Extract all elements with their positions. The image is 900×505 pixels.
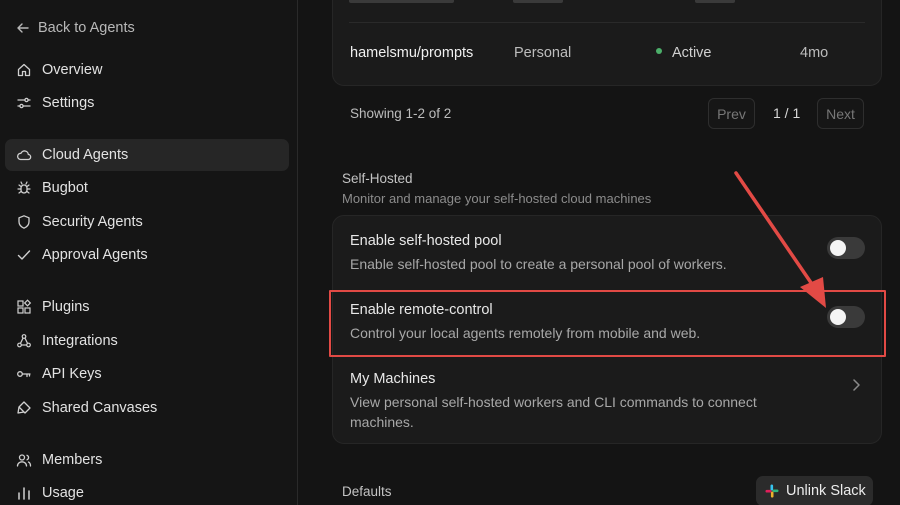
remote-control-desc: Control your local agents remotely from … xyxy=(350,325,701,341)
my-machines-title[interactable]: My Machines xyxy=(350,371,435,387)
sidebar-item-shared-canvases[interactable]: Shared Canvases xyxy=(5,392,289,424)
brush-icon xyxy=(17,401,31,414)
sidebar-item-approval-agents[interactable]: Approval Agents xyxy=(5,239,289,271)
sidebar-item-security-agents[interactable]: Security Agents xyxy=(5,206,289,238)
self-hosted-card: Enable self-hosted pool Enable self-host… xyxy=(332,215,882,444)
my-machines-desc: View personal self-hosted workers and CL… xyxy=(350,394,757,430)
remote-control-toggle[interactable] xyxy=(827,306,865,328)
self-hosted-title: Self-Hosted xyxy=(342,171,413,186)
cut-off-text xyxy=(349,0,454,3)
sidebar-item-label: Settings xyxy=(42,95,95,111)
sidebar-item-label: Approval Agents xyxy=(42,247,148,263)
sidebar-item-label: Overview xyxy=(42,62,103,78)
sidebar: Back to Agents Overview Settings Cloud A… xyxy=(0,0,298,505)
slack-icon xyxy=(765,484,779,498)
sidebar-item-integrations[interactable]: Integrations xyxy=(5,325,289,357)
self-hosted-pool-desc: Enable self-hosted pool to create a pers… xyxy=(350,256,727,272)
sidebar-item-cloud-agents[interactable]: Cloud Agents xyxy=(5,139,289,171)
sidebar-item-overview[interactable]: Overview xyxy=(5,54,289,86)
repo-type: Personal xyxy=(514,45,572,61)
remote-control-title: Enable remote-control xyxy=(350,302,493,318)
cut-off-text xyxy=(513,0,563,3)
key-icon xyxy=(17,371,31,378)
cloud-icon xyxy=(17,150,32,161)
sidebar-item-bugbot[interactable]: Bugbot xyxy=(5,172,289,204)
sidebar-item-members[interactable]: Members xyxy=(5,444,289,476)
repo-age: 4mo xyxy=(800,45,829,61)
repo-name: hamelsmu/prompts xyxy=(350,45,474,61)
sidebar-item-plugins[interactable]: Plugins xyxy=(5,291,289,323)
repo-status: Active xyxy=(656,45,712,61)
home-icon xyxy=(17,63,31,77)
defaults-title: Defaults xyxy=(342,484,392,499)
shield-icon xyxy=(18,215,30,229)
self-hosted-subtitle: Monitor and manage your self-hosted clou… xyxy=(342,191,652,206)
table-row-partial xyxy=(349,0,865,23)
check-icon xyxy=(17,250,31,260)
status-text: Active xyxy=(672,45,712,61)
repositories-table: hamelsmu/prompts Personal Active 4mo xyxy=(332,0,882,86)
table-row[interactable]: hamelsmu/prompts Personal Active 4mo xyxy=(333,42,881,66)
sliders-icon xyxy=(17,97,31,109)
sidebar-item-label: API Keys xyxy=(42,366,102,382)
prev-button[interactable]: Prev xyxy=(708,98,755,129)
pagination-summary: Showing 1-2 of 2 xyxy=(350,106,452,121)
self-hosted-pool-title: Enable self-hosted pool xyxy=(350,233,502,249)
users-icon xyxy=(16,454,32,467)
sidebar-item-label: Shared Canvases xyxy=(42,400,158,416)
sidebar-item-label: Bugbot xyxy=(42,180,88,196)
integrations-icon xyxy=(17,334,31,348)
sidebar-item-usage[interactable]: Usage xyxy=(5,477,289,505)
arrow-left-icon xyxy=(17,23,29,33)
bar-chart-icon xyxy=(18,487,30,500)
sidebar-item-label: Cloud Agents xyxy=(42,147,129,163)
unlink-slack-button[interactable]: Unlink Slack xyxy=(756,476,873,505)
sidebar-item-label: Plugins xyxy=(42,299,90,315)
chevron-right-icon[interactable] xyxy=(851,378,861,392)
self-hosted-pool-toggle[interactable] xyxy=(827,237,865,259)
back-to-agents-link[interactable]: Back to Agents xyxy=(16,18,135,38)
bug-icon xyxy=(17,181,31,194)
sidebar-item-settings[interactable]: Settings xyxy=(5,87,289,119)
next-button[interactable]: Next xyxy=(817,98,864,129)
status-dot xyxy=(656,48,662,55)
main-content: hamelsmu/prompts Personal Active 4mo Sho… xyxy=(299,0,900,505)
unlink-slack-label: Unlink Slack xyxy=(786,483,866,499)
sidebar-item-label: Security Agents xyxy=(42,214,143,230)
sidebar-item-label: Usage xyxy=(42,485,84,501)
toggle-knob xyxy=(830,240,846,256)
sidebar-item-label: Integrations xyxy=(42,333,118,349)
back-label: Back to Agents xyxy=(38,20,135,36)
cut-off-text xyxy=(695,0,735,3)
page-indicator: 1 / 1 xyxy=(773,105,801,121)
sidebar-item-label: Members xyxy=(42,452,103,468)
toggle-knob xyxy=(830,309,846,325)
sidebar-item-api-keys[interactable]: API Keys xyxy=(5,358,289,390)
puzzle-icon xyxy=(17,299,32,314)
